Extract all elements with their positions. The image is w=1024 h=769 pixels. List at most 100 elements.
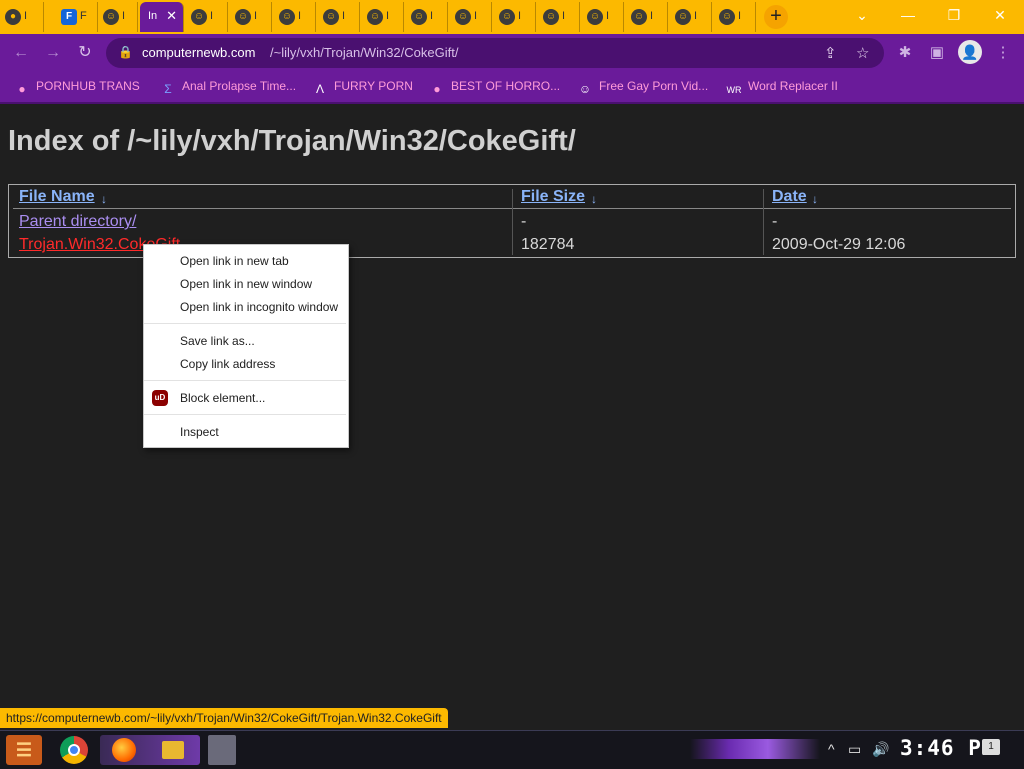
firefox-icon[interactable] [112, 738, 136, 762]
wr-icon: WR [726, 85, 742, 95]
column-header-file-size[interactable]: File Size [521, 188, 585, 206]
profile-avatar[interactable]: 👤 [958, 40, 982, 64]
tab[interactable]: FF [56, 2, 98, 32]
tab[interactable]: ☺ I [714, 2, 756, 32]
column-divider [512, 189, 513, 255]
file-size-cell: 182784 [521, 236, 575, 253]
folder-icon[interactable] [162, 741, 184, 759]
menu-item-open-new-window[interactable]: Open link in new window [180, 277, 312, 291]
bookmark-item[interactable]: Λ FURRY PORN [312, 79, 413, 97]
bookmark-item[interactable]: Σ Anal Prolapse Time... [160, 79, 296, 97]
link-status-bubble: https://computernewb.com/~lily/vxh/Troja… [0, 708, 448, 728]
app-window-icon[interactable] [208, 735, 236, 765]
column-header-file-name[interactable]: File Name [19, 188, 95, 206]
sort-icon[interactable]: ↓ [812, 192, 818, 206]
context-menu: Open link in new tab Open link in new wi… [143, 244, 349, 448]
troll-icon: ☺ [499, 9, 515, 25]
arrow-up-icon: Λ [315, 82, 324, 96]
tray-chevron-icon[interactable]: ^ [828, 741, 835, 757]
taskbar-group [100, 735, 200, 765]
troll-icon: ☺ [719, 9, 735, 25]
troll-icon: ☺ [279, 9, 295, 25]
tab[interactable]: ☺ I [670, 2, 712, 32]
tab-search-icon[interactable]: ⌄ [842, 4, 882, 26]
tab[interactable]: ☺ I [230, 2, 272, 32]
file-size-cell: - [521, 213, 527, 230]
volume-icon[interactable]: 🔊 [872, 741, 889, 758]
tab[interactable]: ☺ I [98, 2, 138, 32]
tab-active[interactable]: In ✕ [140, 2, 184, 32]
extensions-icon[interactable]: ✱ [894, 42, 916, 64]
menu-separator [144, 414, 346, 415]
ublock-icon: uD [152, 390, 168, 406]
new-tab-button[interactable]: + [764, 5, 788, 29]
troll-icon: ☺ [235, 9, 251, 25]
menu-item-block-element[interactable]: Block element... [180, 391, 265, 405]
address-bar[interactable]: 🔒 computernewb.com /~lily/vxh/Trojan/Win… [106, 38, 884, 68]
globe-icon: ● [5, 9, 21, 25]
troll-icon: ☺ [367, 9, 383, 25]
tab[interactable]: ☺ I [582, 2, 624, 32]
share-icon[interactable]: ⇪ [824, 44, 837, 62]
start-button[interactable]: ☰ [6, 735, 42, 765]
troll-icon: ☺ [411, 9, 427, 25]
bookmark-item[interactable]: ☺ Free Gay Porn Vid... [577, 79, 708, 97]
reload-icon[interactable]: ↻ [74, 42, 96, 64]
menu-item-inspect[interactable]: Inspect [180, 425, 219, 439]
forward-icon[interactable]: → [42, 42, 64, 64]
globe-icon: ● [433, 82, 441, 96]
tab[interactable]: ☺ I [274, 2, 316, 32]
tab[interactable]: ☺ I [406, 2, 448, 32]
file-date-cell: - [772, 213, 778, 230]
troll-icon: ☺ [103, 9, 119, 25]
notification-icon[interactable]: 1 [982, 739, 1000, 755]
close-window-icon[interactable]: ✕ [980, 4, 1020, 26]
bookmark-star-icon[interactable]: ☆ [856, 44, 869, 62]
sort-icon[interactable]: ↓ [591, 192, 597, 206]
lock-icon[interactable]: 🔒 [118, 45, 133, 59]
menu-separator [144, 323, 346, 324]
browser-toolbar: ← → ↻ 🔒 computernewb.com /~lily/vxh/Troj… [0, 34, 1024, 72]
parent-directory-link[interactable]: Parent directory/ [19, 213, 136, 231]
menu-item-copy-link[interactable]: Copy link address [180, 357, 275, 371]
network-icon[interactable]: ▭ [848, 741, 861, 758]
bookmark-item[interactable]: WR Word Replacer II [726, 79, 838, 97]
tab[interactable]: ☺ I [186, 2, 228, 32]
troll-icon: ☺ [455, 9, 471, 25]
column-divider [763, 189, 764, 255]
troll-icon: ☺ [323, 9, 339, 25]
menu-item-open-incognito[interactable]: Open link in incognito window [180, 300, 338, 314]
restore-icon[interactable]: ❐ [934, 4, 974, 26]
tab[interactable]: ☺ I [626, 2, 668, 32]
tab[interactable]: ☺ I [450, 2, 492, 32]
side-panel-icon[interactable]: ▣ [926, 42, 948, 64]
chrome-icon[interactable] [60, 736, 88, 764]
flag-icon: Σ [164, 82, 172, 96]
tab[interactable]: ● I [0, 2, 44, 32]
fbox-icon: F [61, 9, 77, 25]
close-icon[interactable]: ✕ [166, 8, 177, 24]
troll-icon: ☺ [543, 9, 559, 25]
menu-dots-icon[interactable]: ⋮ [992, 42, 1014, 64]
troll-icon: ☺ [587, 9, 603, 25]
troll-icon: ☺ [578, 82, 592, 96]
troll-icon: ☺ [675, 9, 691, 25]
tab[interactable]: ☺ I [494, 2, 536, 32]
tab[interactable]: ☺ I [362, 2, 404, 32]
minimize-icon[interactable]: — [888, 4, 928, 26]
sort-icon[interactable]: ↓ [101, 192, 107, 206]
menu-item-save-link[interactable]: Save link as... [180, 334, 255, 348]
taskbar: ☰ ^ ▭ 🔊 3:46 PM 1 [0, 730, 1024, 769]
back-icon[interactable]: ← [10, 42, 32, 64]
column-header-date[interactable]: Date [772, 188, 807, 206]
troll-icon: ☺ [191, 9, 207, 25]
bookmark-item[interactable]: ● BEST OF HORRO... [429, 79, 560, 97]
menu-item-open-new-tab[interactable]: Open link in new tab [180, 254, 289, 268]
tab[interactable]: ☺ I [538, 2, 580, 32]
tab[interactable]: ☺ I [318, 2, 360, 32]
bookmarks-bar: ● PORNHUB TRANS Σ Anal Prolapse Time... ΛF… [0, 72, 1024, 104]
file-date-cell: 2009-Oct-29 12:06 [772, 236, 906, 253]
tab-strip: ● I FF ☺ I In ✕ ☺ I ☺ I ☺ I ☺ I ☺ I ☺ I ☺ I ☺ I ☺ I … [0, 0, 1024, 34]
bookmark-item[interactable]: ● PORNHUB TRANS [14, 79, 139, 97]
globe-icon: ● [18, 82, 26, 96]
